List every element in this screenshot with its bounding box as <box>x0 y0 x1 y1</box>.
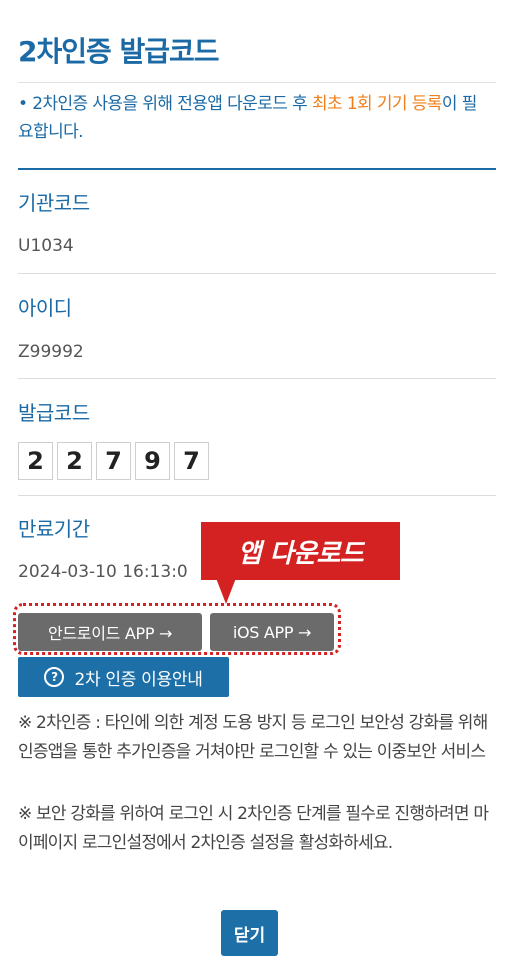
question-circle-icon: ? <box>44 667 65 687</box>
code-digit: 9 <box>135 442 170 480</box>
user-id-label: 아이디 <box>18 296 72 320</box>
code-digit: 7 <box>174 442 209 480</box>
notice-bullet: • <box>18 94 28 114</box>
note-2fa-description: ※ 2차인증 : 타인에 의한 계정 도용 방지 등 로그인 보안성 강화를 위… <box>18 713 488 762</box>
expiry-value: 2024-03-10 16:13:0 <box>18 562 188 582</box>
divider <box>18 273 496 274</box>
2fa-guide-button[interactable]: ? 2차 인증 이용안내 <box>18 657 229 697</box>
callout-pointer <box>216 578 236 604</box>
note-2fa-settings: ※ 보안 강화를 위하여 로그인 시 2차인증 단계를 필수로 진행하려면 마이… <box>18 804 489 853</box>
issue-code-label: 발급코드 <box>18 401 90 425</box>
org-code-label: 기관코드 <box>18 191 90 215</box>
section-divider <box>18 168 496 170</box>
ios-app-button[interactable]: iOS APP → <box>210 613 334 651</box>
app-download-callout: 앱 다운로드 <box>201 522 400 580</box>
notice-text: • 2차인증 사용을 위해 전용앱 다운로드 후 최초 1회 기기 등록이 필요… <box>18 90 488 146</box>
divider <box>18 378 496 379</box>
issue-code-digits: 2 2 7 9 7 <box>18 442 213 480</box>
notice-text-before: 2차인증 사용을 위해 전용앱 다운로드 후 <box>32 94 312 114</box>
android-app-button[interactable]: 안드로이드 APP → <box>18 613 202 651</box>
org-code-value: U1034 <box>18 236 74 256</box>
notice-highlight: 최초 1회 기기 등록 <box>311 94 443 114</box>
page-title: 2차인증 발급코드 <box>18 35 220 68</box>
expiry-value-wrap: 2024-03-10 16:13:0 <box>18 562 228 588</box>
code-digit: 7 <box>96 442 131 480</box>
expiry-label: 만료기간 <box>18 517 90 541</box>
code-digit: 2 <box>57 442 92 480</box>
divider <box>18 495 496 496</box>
guide-button-label: 2차 인증 이용안내 <box>74 669 203 690</box>
user-id-value: Z99992 <box>18 342 84 362</box>
close-button[interactable]: 닫기 <box>221 910 278 956</box>
code-digit: 2 <box>18 442 53 480</box>
divider <box>18 82 496 83</box>
